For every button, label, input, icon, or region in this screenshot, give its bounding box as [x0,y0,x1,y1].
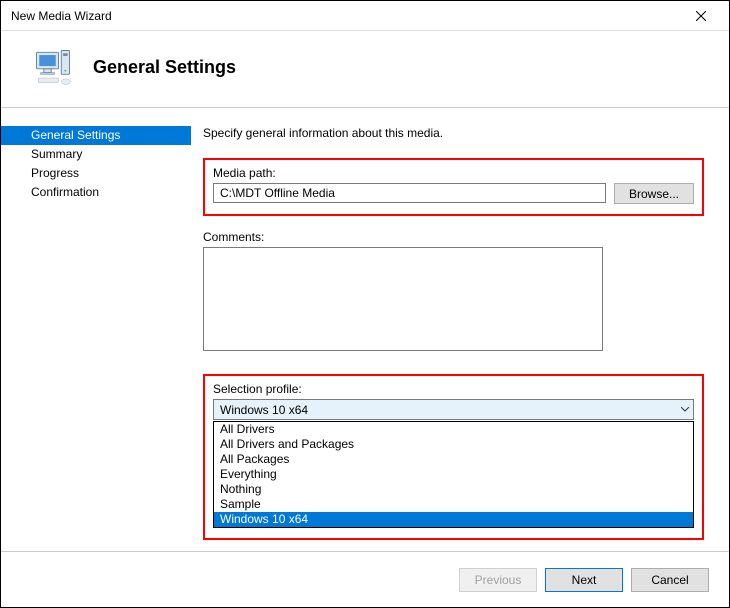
media-path-input[interactable] [213,183,606,203]
comments-textarea[interactable] [203,247,603,351]
dropdown-item-windows-10-x64[interactable]: Windows 10 x64 [214,512,693,527]
comments-group: Comments: [203,230,704,354]
comments-label: Comments: [203,230,704,244]
computer-icon [31,45,75,89]
sidebar-item-progress[interactable]: Progress [1,164,191,183]
wizard-window: New Media Wizard General Settings Genera… [0,0,730,608]
window-title: New Media Wizard [11,9,112,23]
wizard-body: General Settings Summary Progress Confir… [1,107,729,551]
sidebar: General Settings Summary Progress Confir… [1,108,191,551]
selection-profile-combo[interactable]: Windows 10 x64 [213,399,694,420]
browse-button[interactable]: Browse... [614,183,694,204]
cancel-button[interactable]: Cancel [631,568,709,592]
page-title: General Settings [93,57,236,78]
previous-button: Previous [459,568,537,592]
selection-profile-group: Selection profile: Windows 10 x64 All Dr… [203,374,704,540]
content-panel: Specify general information about this m… [191,108,729,551]
dropdown-item-nothing[interactable]: Nothing [214,482,693,497]
media-path-group: Media path: Browse... [203,158,704,216]
wizard-footer: Previous Next Cancel [1,551,729,607]
selection-profile-dropdown: All Drivers All Drivers and Packages All… [213,421,694,528]
dropdown-item-sample[interactable]: Sample [214,497,693,512]
dropdown-item-all-drivers[interactable]: All Drivers [214,422,693,437]
dropdown-item-everything[interactable]: Everything [214,467,693,482]
titlebar: New Media Wizard [1,1,729,31]
dropdown-item-all-packages[interactable]: All Packages [214,452,693,467]
instruction-text: Specify general information about this m… [203,126,704,140]
wizard-header: General Settings [1,31,729,107]
sidebar-item-summary[interactable]: Summary [1,145,191,164]
media-path-label: Media path: [213,166,694,180]
sidebar-item-general-settings[interactable]: General Settings [1,126,191,145]
dropdown-item-all-drivers-packages[interactable]: All Drivers and Packages [214,437,693,452]
chevron-down-icon [681,407,689,412]
next-button[interactable]: Next [545,568,623,592]
close-icon [696,11,706,21]
selection-profile-value: Windows 10 x64 [220,403,308,417]
selection-profile-label: Selection profile: [213,382,694,396]
close-button[interactable] [681,2,721,30]
sidebar-item-confirmation[interactable]: Confirmation [1,183,191,202]
